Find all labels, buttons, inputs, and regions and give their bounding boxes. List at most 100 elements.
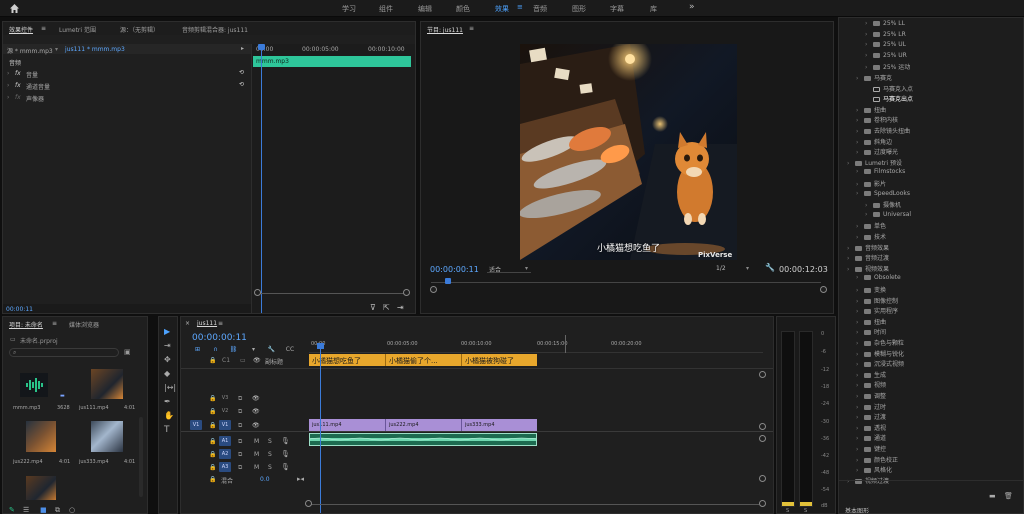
effects-tree-item[interactable]: › 生成 [856, 370, 886, 379]
effects-tree-item[interactable]: › 音频过渡 [847, 253, 889, 262]
effects-tree-item[interactable]: › 调整 [856, 391, 886, 400]
effect-row-volume[interactable]: › fx 音量 ⟲ [3, 69, 251, 80]
reset-icon[interactable]: ⟲ [239, 69, 244, 76]
icon-view-icon[interactable]: ■ [40, 506, 47, 513]
chevron-icon[interactable]: › [847, 266, 855, 273]
microphone-icon[interactable]: 🎙 [281, 437, 290, 445]
selection-tool-icon[interactable]: ▶ [164, 327, 170, 336]
effects-tree-item[interactable]: › 技术 [856, 232, 886, 241]
play-clip-icon[interactable]: ▸ [241, 45, 244, 52]
dropdown-icon[interactable]: ▾ [55, 46, 58, 53]
chevron-icon[interactable]: › [856, 340, 864, 347]
eye-icon[interactable]: 👁 [252, 422, 260, 429]
chevron-icon[interactable]: › [856, 382, 864, 389]
effects-tree-item[interactable]: › SpeedLooks [856, 190, 910, 197]
asset-name[interactable]: jus333.mp4 [79, 459, 109, 465]
workspace-menu-icon[interactable]: ≡ [517, 3, 523, 11]
effects-tree-item[interactable]: › 图像控制 [856, 296, 898, 305]
chevron-icon[interactable]: › [856, 190, 864, 197]
tab-essential-graphics[interactable]: 基本图形 [845, 506, 869, 513]
vertical-scrollbar[interactable] [139, 417, 143, 497]
marker-icon[interactable]: ▾ [249, 345, 258, 354]
chevron-icon[interactable]: › [856, 393, 864, 400]
chevron-icon[interactable]: › [856, 435, 864, 442]
search-input[interactable]: ⌕ [9, 348, 119, 357]
effects-tree-item[interactable]: › 扭曲 [856, 317, 886, 326]
ripple-edit-tool-icon[interactable]: ✥ [164, 355, 171, 364]
audio-scroll-handle-bottom[interactable] [759, 475, 766, 482]
effects-tree-item[interactable]: › 25% UR [865, 52, 907, 59]
effects-tree-item[interactable]: › 通道 [856, 433, 886, 442]
effects-tree-item[interactable]: › 沉浸式视频 [856, 359, 904, 368]
effects-tree-item[interactable]: › 透视 [856, 423, 886, 432]
sync-lock-icon[interactable]: ⧉ [238, 451, 242, 459]
eye-icon[interactable]: 👁 [253, 357, 261, 364]
track-label-a2[interactable]: A2 [219, 449, 231, 459]
effects-tree-item[interactable]: 马赛克出点 [861, 93, 1001, 104]
program-monitor-title[interactable]: 节目: jus111 [427, 25, 463, 34]
chevron-down-icon[interactable]: ▾ [746, 265, 749, 272]
scroll-handle-right[interactable] [403, 289, 410, 296]
home-icon[interactable] [9, 3, 20, 14]
chevron-icon[interactable]: › [856, 467, 864, 474]
workspace-tab-audio[interactable]: 音频 [533, 4, 547, 14]
new-bin-icon[interactable]: ▬ [989, 492, 996, 500]
chevron-icon[interactable]: › [856, 107, 864, 114]
effects-tree-item[interactable]: › 卷积内核 [856, 115, 898, 124]
microphone-icon[interactable]: 🎙 [281, 463, 290, 471]
chevron-icon[interactable]: › [865, 64, 873, 71]
tab-media-browser[interactable]: 媒体浏览器 [69, 320, 99, 329]
chevron-icon[interactable]: › [856, 361, 864, 368]
effects-tree-item[interactable]: › 摄像机 [865, 200, 901, 209]
chevron-icon[interactable]: › [856, 181, 864, 188]
effect-row-channel-volume[interactable]: › fx 通道音量 ⟲ [3, 81, 251, 92]
sync-lock-icon[interactable]: ⧉ [238, 395, 242, 403]
effects-tree-item[interactable]: › 过渡 [856, 412, 886, 421]
mute-button[interactable]: M [254, 438, 259, 445]
filter-icon[interactable]: ⊽ [370, 303, 376, 312]
lock-icon[interactable]: 🔒 [209, 395, 216, 402]
lock-icon[interactable]: 🔒 [209, 422, 216, 429]
workspace-tab-graphics[interactable]: 图形 [572, 4, 586, 14]
workspace-tab-color[interactable]: 颜色 [456, 4, 470, 14]
effects-tree-item[interactable]: › 视频效果 [847, 264, 889, 273]
workspace-tab-learn[interactable]: 学习 [342, 4, 356, 14]
toggle-icon[interactable]: ⇥ [397, 303, 404, 312]
chevron-icon[interactable]: › [847, 478, 855, 485]
list-view-icon[interactable]: ☰ [23, 506, 29, 513]
effects-tree-item[interactable]: › 过度曝光 [856, 147, 898, 156]
chevron-icon[interactable]: › [856, 351, 864, 358]
effects-tree-item[interactable]: › Filmstocks [856, 168, 905, 175]
video-scroll-handle-bottom[interactable] [759, 423, 766, 430]
tab-audio-clip-mixer[interactable]: 音频剪辑混合器: jus111 [182, 25, 248, 34]
effects-tree-item[interactable]: › 键控 [856, 444, 886, 453]
asset-thumbnail-audio[interactable] [20, 373, 48, 397]
effects-tree-item[interactable]: › 时间 [856, 327, 886, 336]
eye-icon[interactable]: 👁 [252, 408, 260, 415]
effects-tree-item[interactable]: › 斜角边 [856, 137, 892, 146]
asset-name[interactable]: jus111.mp4 [79, 405, 109, 411]
asset-thumbnail-video[interactable] [26, 476, 56, 500]
tab-project[interactable]: 项目: 未命名 [9, 320, 43, 329]
sync-lock-icon[interactable]: ⧉ [238, 464, 242, 472]
audio-clip[interactable] [309, 433, 537, 446]
lock-icon[interactable]: 🔒 [209, 451, 216, 458]
effects-tree-item[interactable]: › 去除镜头扭曲 [856, 126, 910, 135]
chevron-down-icon[interactable]: ▾ [525, 265, 528, 272]
effects-tree-item[interactable]: › 25% UL [865, 41, 906, 48]
chevron-icon[interactable]: › [856, 319, 864, 326]
solo-button[interactable]: S [268, 464, 272, 471]
settings-wrench-icon[interactable]: 🔧 [267, 345, 276, 354]
captions-icon[interactable]: CC [284, 345, 296, 354]
lock-icon[interactable]: 🔒 [209, 408, 216, 415]
workspace-tab-captions[interactable]: 字幕 [610, 4, 624, 14]
fx-icon[interactable]: fx [15, 70, 21, 77]
workspace-tab-editing[interactable]: 编辑 [418, 4, 432, 14]
chevron-icon[interactable]: › [847, 245, 855, 252]
asset-name[interactable]: jus222.mp4 [13, 459, 43, 465]
effects-tree-item[interactable]: › 模糊与锐化 [856, 349, 904, 358]
effects-tree-item[interactable]: 马赛克入点 [865, 84, 913, 93]
track-label-v3[interactable]: V3 [219, 393, 231, 403]
scroll-handle-left[interactable] [254, 289, 261, 296]
reset-icon[interactable]: ⟲ [239, 81, 244, 88]
